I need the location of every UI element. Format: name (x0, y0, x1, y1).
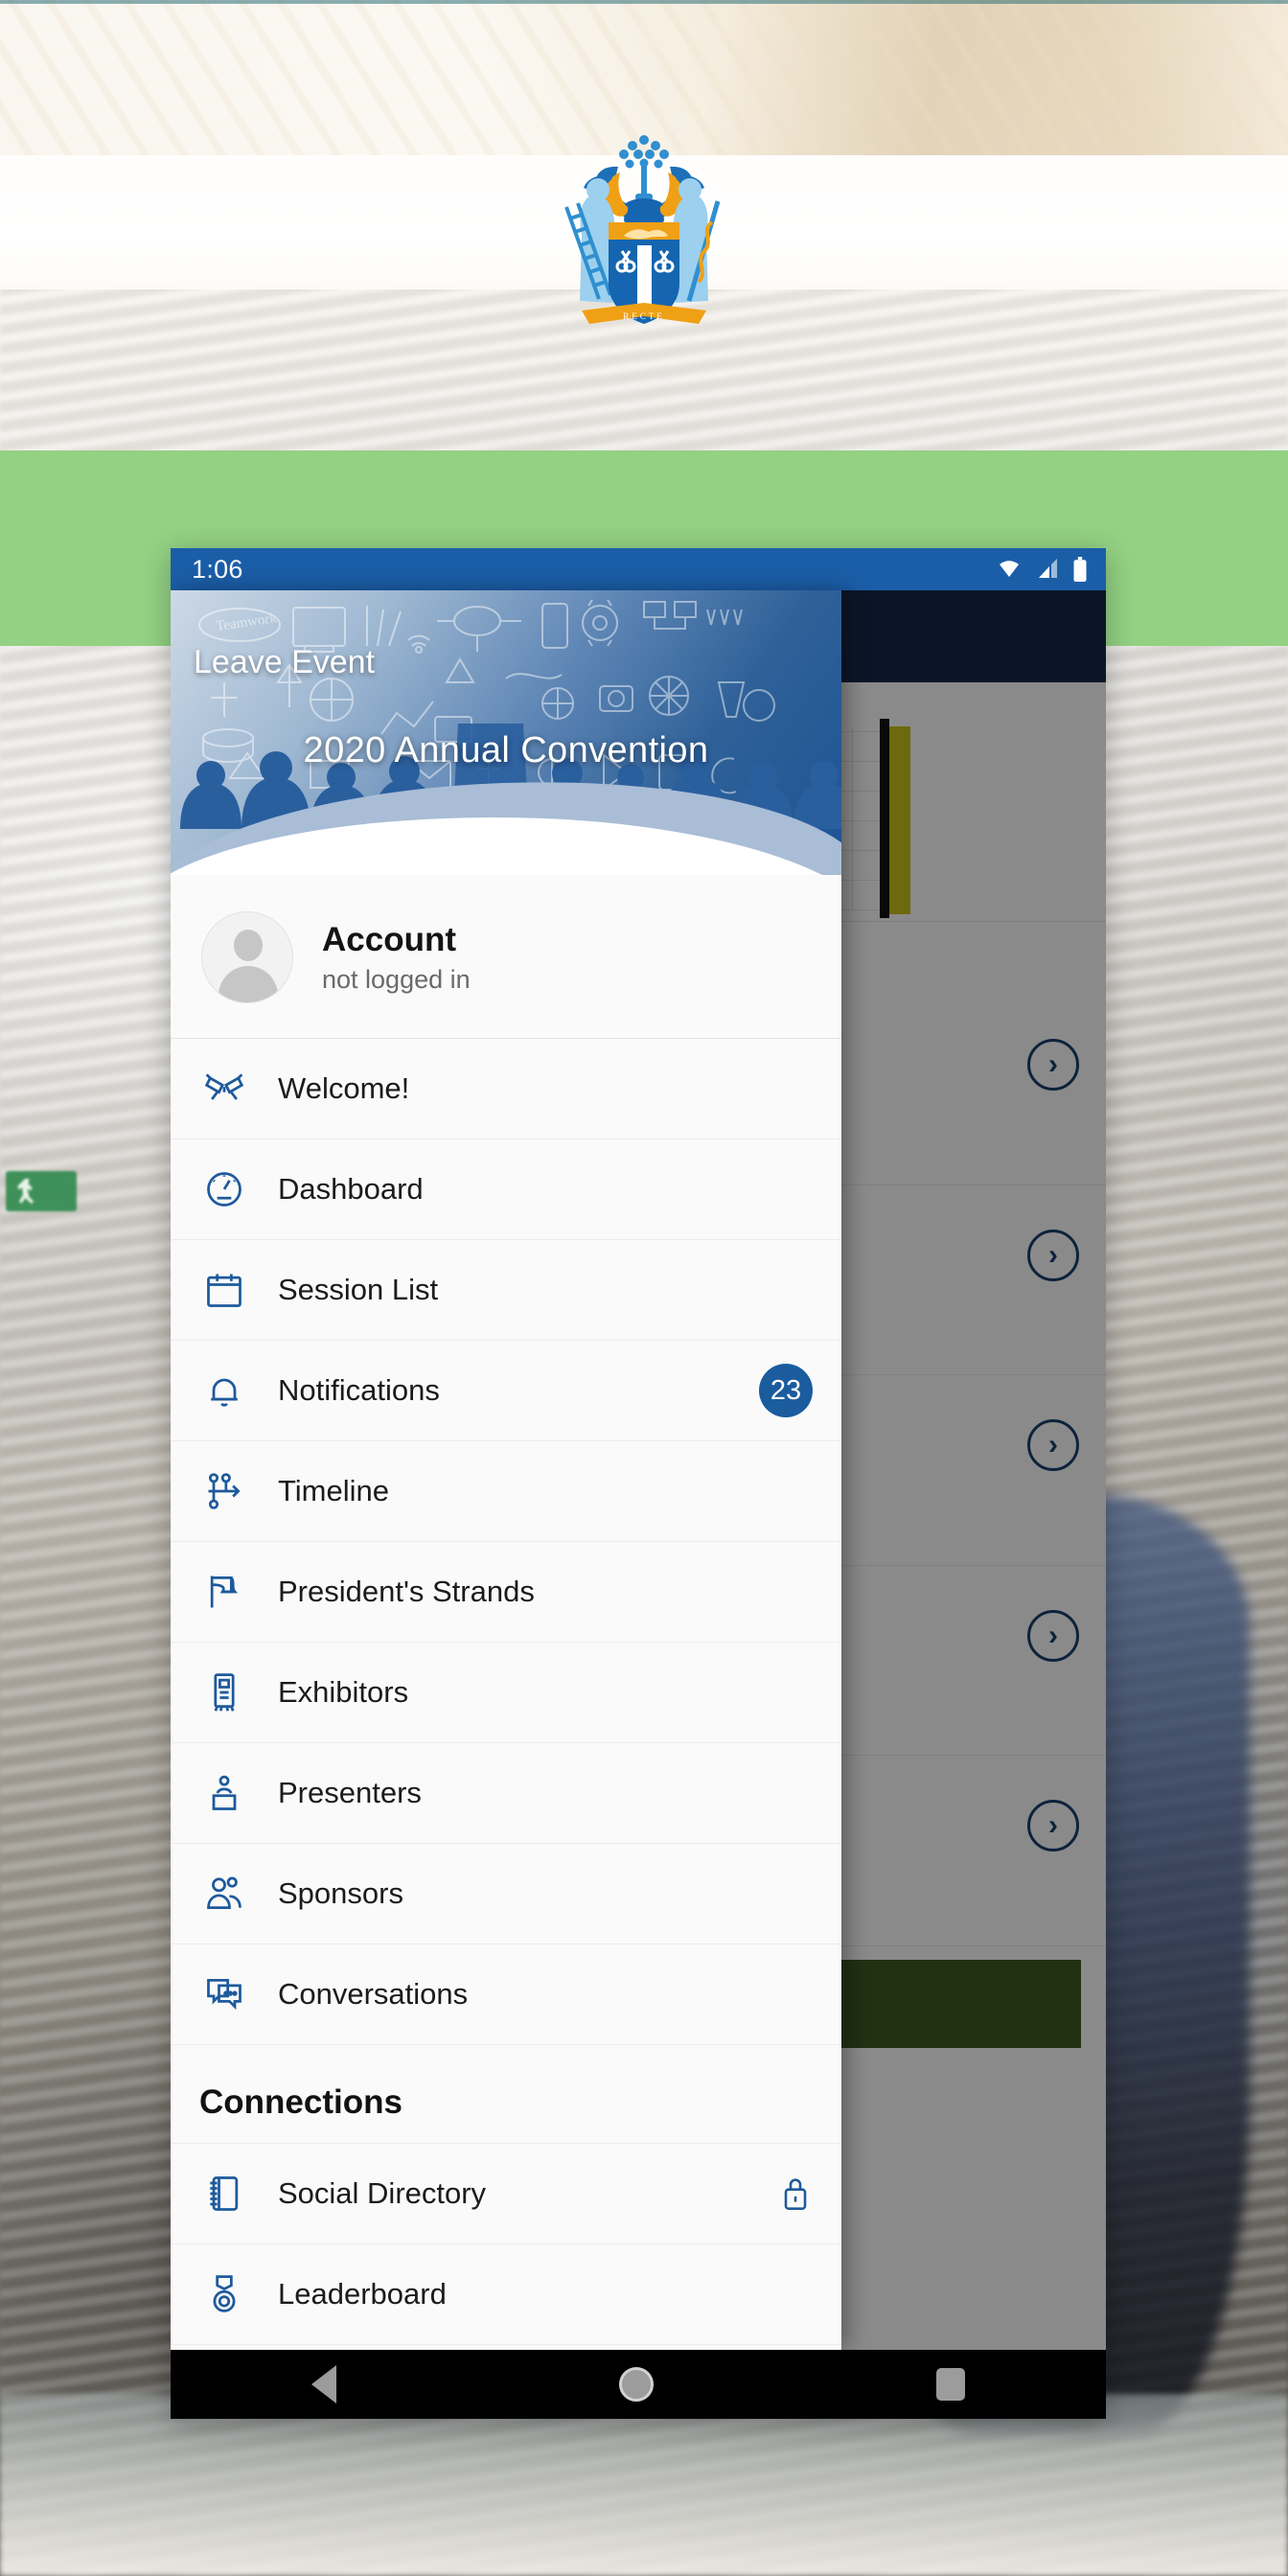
calendar-icon (199, 1265, 249, 1315)
badge-ribbon-icon (199, 1668, 249, 1717)
flags-icon (199, 1064, 249, 1114)
sidebar-item-label: Welcome! (278, 1071, 813, 1106)
navigation-drawer: Teamwork (171, 590, 841, 2350)
sidebar-item-label: President's Strands (278, 1575, 813, 1609)
crest-motto: RECTE (623, 311, 665, 321)
page-root: RECTE 1:06 (0, 0, 1288, 2576)
teamwork-doodle-text: Teamwork (215, 610, 278, 634)
connections-section-header: Connections (171, 2045, 841, 2144)
sidebar-item-social-directory[interactable]: Social Directory (171, 2144, 841, 2244)
chat-bubbles-icon (199, 1969, 249, 2019)
sidebar-item-label: Presenters (278, 1776, 813, 1810)
sidebar-item-label: Timeline (278, 1474, 813, 1508)
sidebar-item-label: Social Directory (278, 2176, 749, 2211)
people-icon (199, 1869, 249, 1919)
sidebar-item-label: Sponsors (278, 1876, 813, 1911)
status-icons (995, 557, 1089, 582)
wifi-icon (995, 558, 1024, 581)
status-clock: 1:06 (192, 555, 243, 585)
flag-icon (199, 1567, 249, 1617)
lock-icon (778, 2174, 813, 2213)
leave-event-button[interactable]: Leave Event (194, 644, 375, 681)
crest-logo: RECTE (0, 172, 1288, 278)
sidebar-item-timeline[interactable]: Timeline (171, 1441, 841, 1542)
sidebar-item-presidents-strands[interactable]: President's Strands (171, 1542, 841, 1643)
sidebar-item-label: Leaderboard (278, 2277, 813, 2312)
home-button[interactable] (619, 2367, 654, 2402)
battery-icon (1071, 557, 1089, 582)
notification-badge: 23 (759, 1364, 813, 1417)
sidebar-item-exhibitors[interactable]: Exhibitors (171, 1643, 841, 1743)
sidebar-item-label: Session List (278, 1273, 813, 1307)
sidebar-item-label: Exhibitors (278, 1675, 813, 1710)
account-text: Account not logged in (322, 921, 471, 995)
cellular-signal-icon (1034, 558, 1061, 581)
avatar (201, 911, 293, 1003)
timeline-icon (199, 1466, 249, 1516)
account-name: Account (322, 921, 471, 959)
sidebar-item-conversations[interactable]: Conversations (171, 1944, 841, 2045)
sidebar-item-leaderboard[interactable]: Leaderboard (171, 2244, 841, 2345)
sidebar-item-notifications[interactable]: Notifications 23 (171, 1341, 841, 1441)
status-bar: 1:06 (171, 548, 1106, 590)
address-book-icon (199, 2169, 249, 2219)
podium-icon (199, 1768, 249, 1818)
account-status: not logged in (322, 965, 471, 995)
sidebar-item-dashboard[interactable]: Dashboard (171, 1139, 841, 1240)
back-button[interactable] (311, 2365, 336, 2404)
event-title: 2020 Annual Convention (171, 730, 841, 771)
phone-screenshot: 1:06 (171, 548, 1106, 2419)
sidebar-item-label: Conversations (278, 1977, 813, 2012)
sidebar-item-sponsors[interactable]: Sponsors (171, 1844, 841, 1944)
android-nav-bar (171, 2350, 1106, 2419)
medal-icon (199, 2269, 249, 2319)
sidebar-item-session-list[interactable]: Session List (171, 1240, 841, 1341)
sidebar-item-welcome[interactable]: Welcome! (171, 1039, 841, 1139)
sidebar-item-label: Dashboard (278, 1172, 813, 1207)
gauge-icon (199, 1164, 249, 1214)
drawer-hero-banner: Teamwork (171, 590, 841, 875)
account-row[interactable]: Account not logged in (171, 875, 841, 1039)
recents-button[interactable] (936, 2368, 965, 2401)
sidebar-item-label: Notifications (278, 1373, 730, 1408)
exit-sign-icon (6, 1171, 77, 1211)
background-floor (0, 2394, 1288, 2576)
bell-icon (199, 1366, 249, 1415)
sidebar-item-presenters[interactable]: Presenters (171, 1743, 841, 1844)
